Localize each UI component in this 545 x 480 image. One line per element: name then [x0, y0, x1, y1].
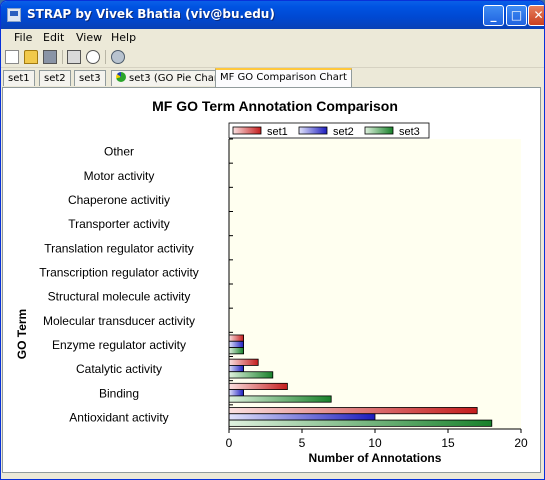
bar-set2 [228, 365, 244, 373]
x-tick-label: 20 [514, 436, 528, 450]
tab-set2[interactable]: set2 [39, 70, 71, 86]
tab-set1[interactable]: set1 [3, 70, 35, 86]
tab-mf-go-comparison-chart[interactable]: MF GO Comparison Chart [215, 68, 352, 87]
new-icon[interactable] [5, 50, 19, 64]
x-axis-ticks: 0 5 10 15 20 [226, 429, 528, 450]
x-tick-label: 10 [368, 436, 382, 450]
toolbar-separator [105, 50, 106, 64]
y-tick-label: Structural molecule activity [48, 290, 191, 304]
print-icon[interactable] [67, 50, 81, 64]
bar-set1 [228, 334, 244, 342]
pie-chart-icon [116, 72, 126, 82]
save-icon[interactable] [43, 50, 57, 64]
chart-title: MF GO Term Annotation Comparison [152, 98, 398, 114]
legend-label-set2: set2 [333, 126, 354, 138]
menu-help[interactable]: Help [111, 31, 136, 44]
open-icon[interactable] [24, 50, 38, 64]
window-title: STRAP by Vivek Bhatia (viv@bu.edu) [27, 7, 275, 21]
settings-icon[interactable] [111, 50, 125, 64]
legend-label-set3: set3 [399, 126, 420, 138]
bar-set3 [228, 347, 244, 355]
minimize-button[interactable]: _ [483, 5, 504, 26]
app-window: STRAP by Vivek Bhatia (viv@bu.edu) _ □ ✕… [0, 0, 545, 480]
bar-set2 [228, 389, 244, 397]
legend-swatch-set3 [364, 126, 394, 135]
tab-strip: set1 set2 set3 set3 (GO Pie Chart) MF GO… [1, 68, 544, 87]
legend-swatch-set2 [298, 126, 328, 135]
toolbar-separator [62, 50, 63, 64]
tab-label: set3 (GO Pie Chart) [129, 73, 226, 84]
x-tick-label: 15 [441, 436, 455, 450]
maximize-button[interactable]: □ [506, 5, 527, 26]
y-tick-label: Binding [99, 386, 139, 400]
tab-set3[interactable]: set3 [74, 70, 106, 86]
y-tick-label: Catalytic activity [76, 362, 162, 376]
bar-set3 [228, 419, 493, 427]
legend-swatch-set1 [232, 126, 262, 135]
legend-label-set1: set1 [267, 126, 288, 138]
menu-file[interactable]: File [14, 31, 32, 44]
y-tick-label: Antioxidant activity [69, 410, 168, 424]
y-axis-labels: Antioxidant activity Binding Catalytic act… [39, 138, 233, 424]
y-tick-label: Motor activity [84, 169, 155, 183]
close-button[interactable]: ✕ [528, 5, 544, 26]
print-preview-icon[interactable] [86, 50, 100, 64]
menu-view[interactable]: View [76, 31, 102, 44]
y-tick-label: Chaperone activitiy [68, 193, 170, 207]
y-tick-label: Transporter activity [68, 217, 170, 231]
toolbar [1, 47, 544, 68]
bar-set1 [228, 358, 259, 366]
menu-bar: File Edit View Help [1, 29, 544, 47]
y-tick-label: Molecular transducer activity [43, 314, 195, 328]
chart-legend: set1 set2 set3 [228, 122, 430, 139]
y-tick-label: Transcription regulator activity [39, 265, 199, 279]
title-bar[interactable]: STRAP by Vivek Bhatia (viv@bu.edu) _ □ ✕ [1, 1, 544, 29]
chart-panel: MF GO Term Annotation Comparison set1 set… [2, 87, 541, 473]
y-tick-label: Other [104, 145, 134, 159]
menu-edit[interactable]: Edit [43, 31, 64, 44]
app-icon [7, 8, 21, 22]
x-tick-label: 0 [226, 436, 233, 450]
comparison-chart: MF GO Term Annotation Comparison set1 set… [15, 98, 528, 465]
y-tick-label: Translation regulator activity [44, 241, 194, 255]
bar-set2 [228, 340, 244, 348]
bar-set3 [228, 395, 332, 403]
bar-set1 [228, 407, 478, 415]
bar-set2 [228, 413, 376, 421]
y-axis-title: GO Term [15, 309, 29, 359]
bar-set1 [228, 382, 288, 390]
x-tick-label: 5 [299, 436, 306, 450]
x-axis-title: Number of Annotations [309, 451, 442, 465]
y-tick-label: Enzyme regulator activity [52, 338, 186, 352]
bar-set3 [228, 371, 274, 379]
tab-set3-pie-chart[interactable]: set3 (GO Pie Chart) [111, 70, 231, 86]
